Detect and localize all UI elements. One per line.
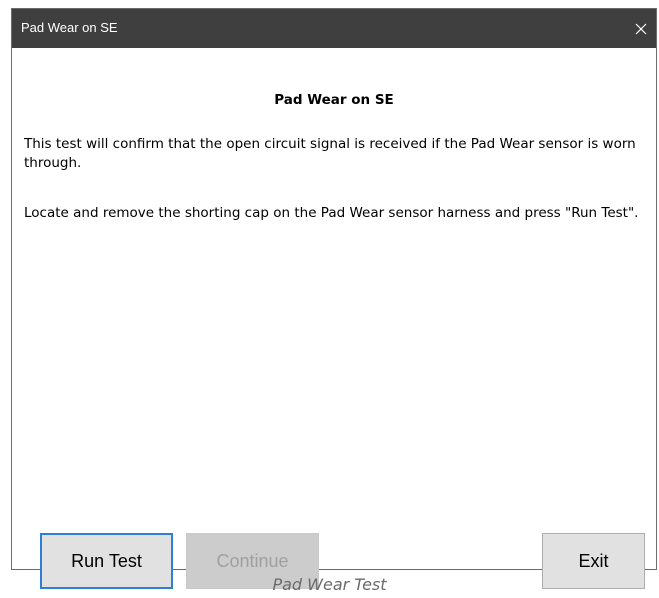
instruction-paragraph-1: This test will confirm that the open cir…: [24, 136, 636, 171]
instruction-paragraph-2: Locate and remove the shorting cap on th…: [24, 205, 639, 221]
figure-caption: Pad Wear Test: [272, 575, 387, 594]
window-title: Pad Wear on SE: [21, 20, 118, 35]
dialog-heading: Pad Wear on SE: [274, 92, 394, 108]
dialog-content: Pad Wear on SE This test will confirm th…: [12, 48, 656, 589]
dialog-window: Pad Wear on SE Pad Wear on SE This test …: [11, 8, 657, 589]
title-bar[interactable]: Pad Wear on SE: [12, 9, 656, 48]
close-button[interactable]: [626, 9, 656, 48]
close-icon: [635, 23, 647, 34]
